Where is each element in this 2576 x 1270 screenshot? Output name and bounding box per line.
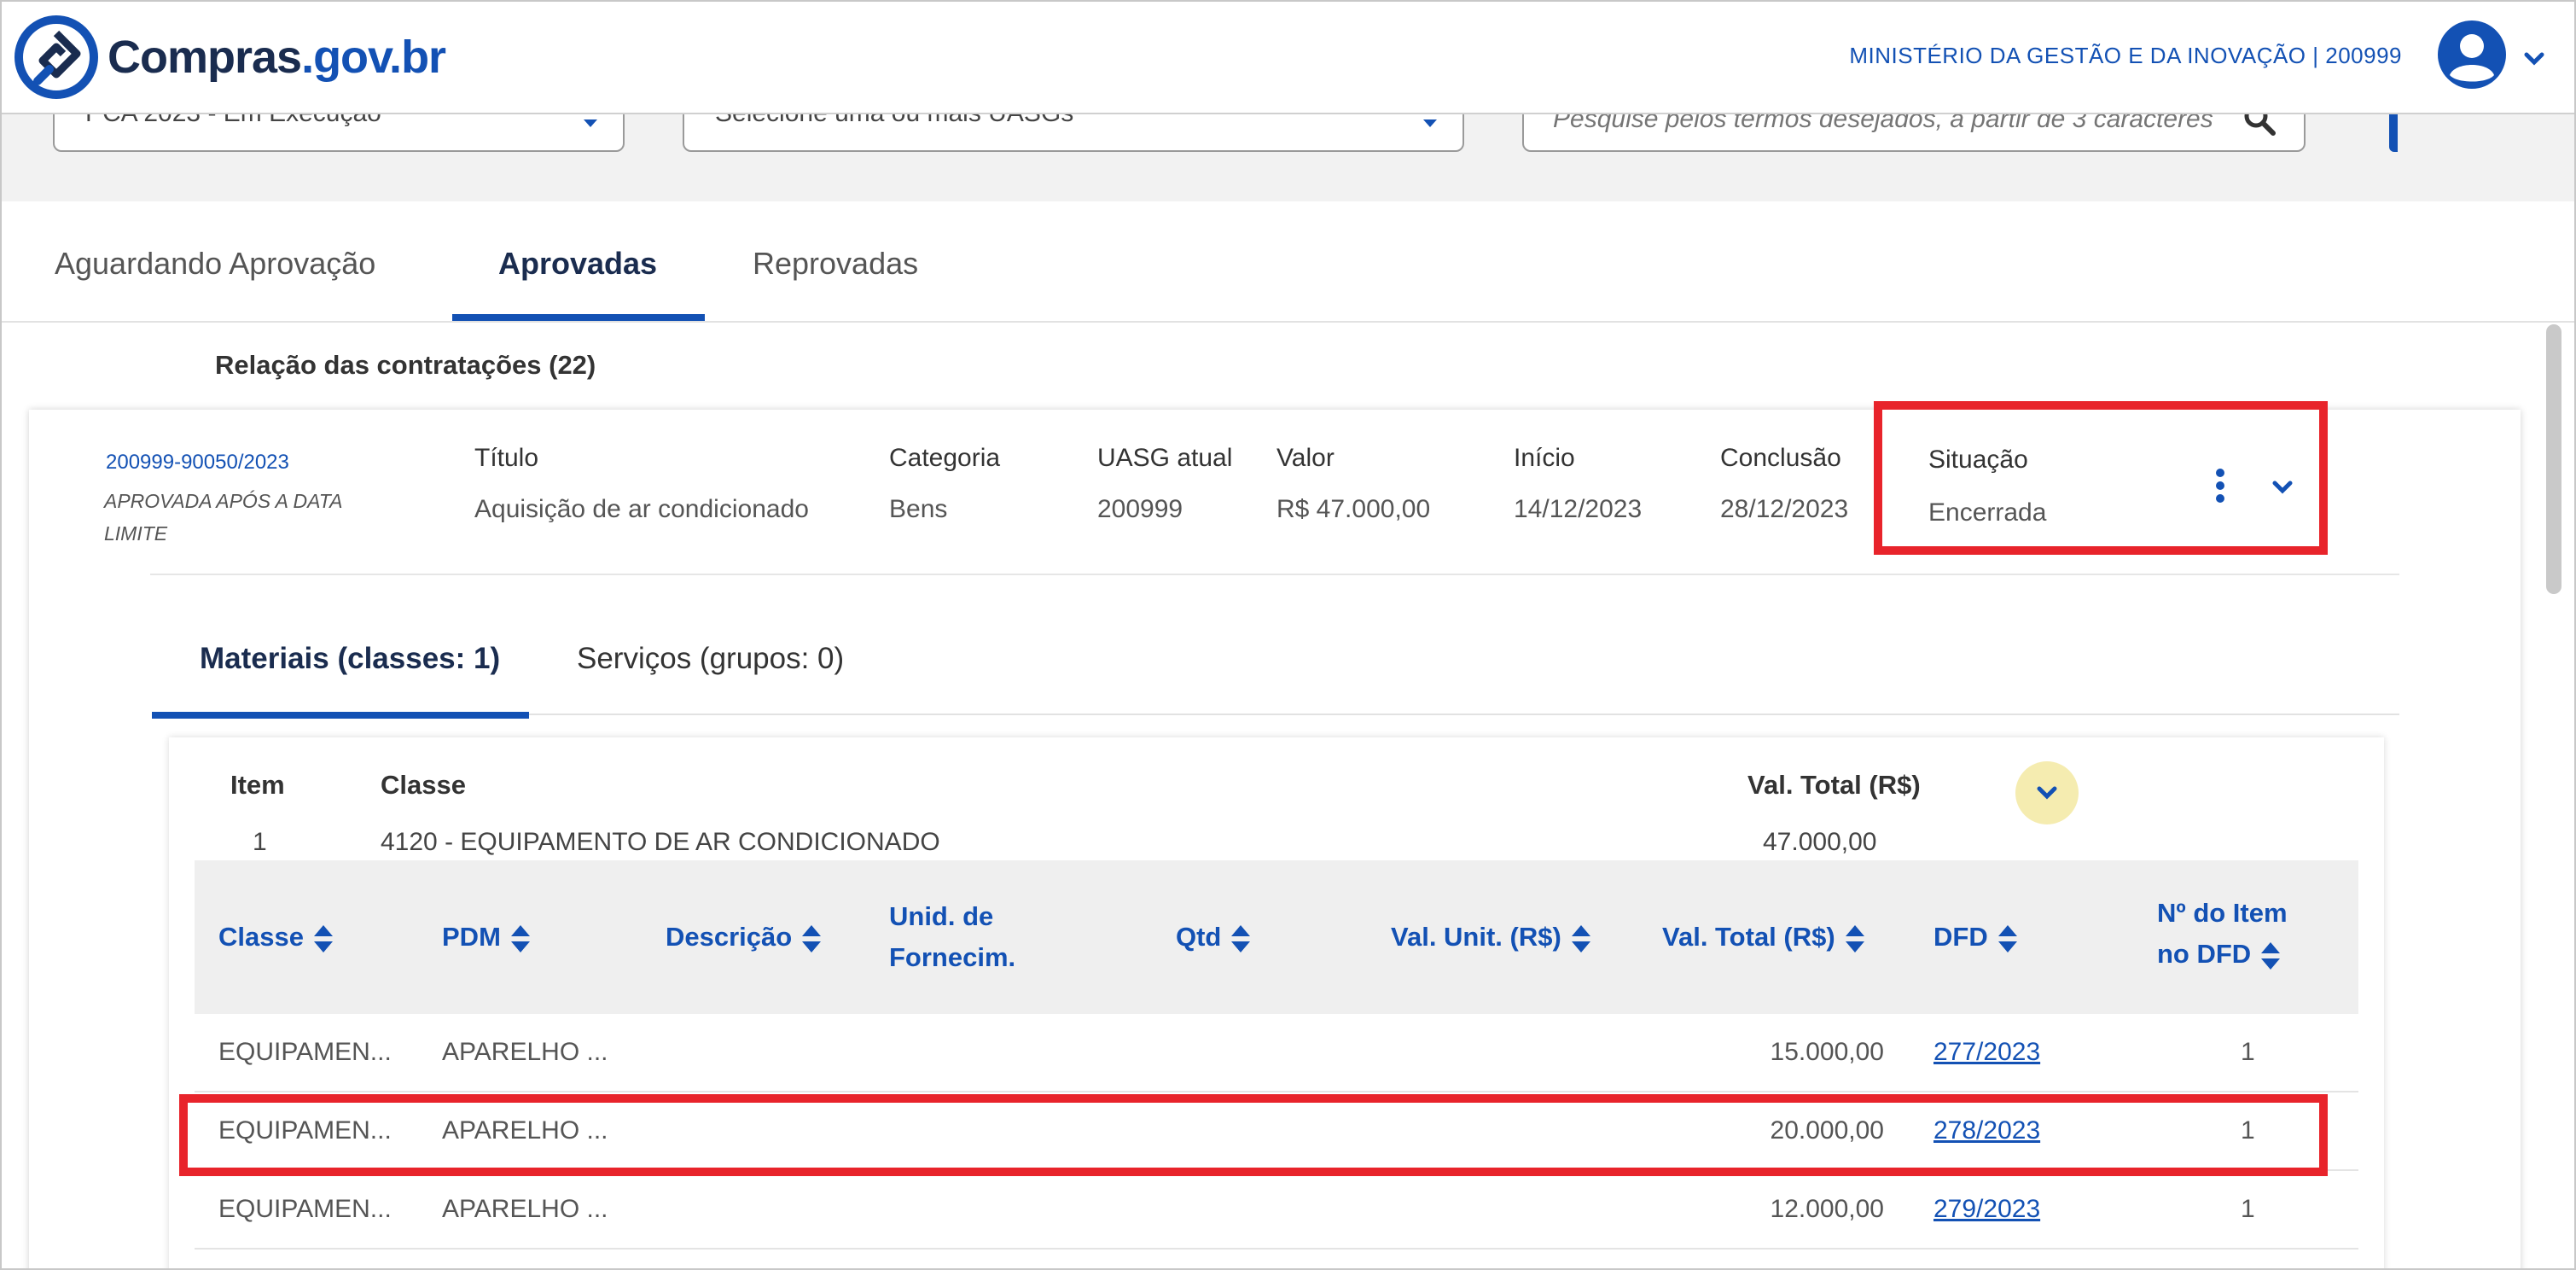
cell-val-total: 12.000,00	[1770, 1195, 1884, 1223]
conclusao-value: 28/12/2023	[1720, 495, 1849, 523]
th-descricao[interactable]: Descrição	[666, 917, 823, 958]
top-header: Compras.gov.br MINISTÉRIO DA GESTÃO E DA…	[0, 0, 2576, 114]
tab-aguardando[interactable]: Aguardando Aprovação	[55, 246, 375, 282]
collapse-class-button[interactable]	[2015, 761, 2079, 824]
cell-pdm: APARELHO ...	[442, 1116, 608, 1145]
scrollbar[interactable]	[2546, 324, 2561, 594]
dfd-link[interactable]: 278/2023	[1933, 1116, 2040, 1145]
contract-status-note: APROVADA APÓS A DATA LIMITE	[104, 490, 342, 545]
val-total-value: 47.000,00	[1763, 828, 1877, 856]
inicio-header: Início	[1514, 444, 1575, 472]
th-dfd[interactable]: DFD	[1933, 917, 2019, 958]
valor-value: R$ 47.000,00	[1276, 495, 1431, 523]
sort-icon	[1845, 924, 1864, 952]
cell-item-dfd: 1	[2241, 1116, 2255, 1145]
situacao-value: Encerrada	[1928, 498, 2047, 527]
cell-item-dfd: 1	[2241, 1038, 2255, 1066]
chevron-down-icon	[2037, 786, 2057, 800]
conclusao-header: Conclusão	[1720, 444, 1841, 472]
th-qtd[interactable]: Qtd	[1176, 917, 1252, 958]
cell-dfd: 277/2023	[1933, 1038, 2040, 1067]
th-item-dfd[interactable]: Nº do Item no DFD	[2157, 893, 2288, 975]
items-table-header: Classe PDM Descrição Unid. de Fornecim. Q…	[195, 860, 2358, 1014]
valor-header: Valor	[1276, 444, 1335, 472]
ministry-label[interactable]: MINISTÉRIO DA GESTÃO E DA INOVAÇÃO | 200…	[1849, 43, 2402, 69]
compras-logo-icon	[15, 15, 98, 99]
tab-materiais[interactable]: Materiais (classes: 1)	[200, 642, 500, 676]
uasg-header: UASG atual	[1097, 444, 1233, 472]
sort-icon	[1571, 924, 1590, 952]
cell-item-dfd: 1	[2241, 1195, 2255, 1223]
classe-header: Classe	[381, 770, 466, 800]
sort-icon	[313, 924, 333, 952]
chevron-down-icon[interactable]	[2521, 46, 2547, 72]
inicio-value: 14/12/2023	[1514, 495, 1643, 523]
cell-classe: EQUIPAMEN...	[218, 1195, 392, 1223]
dfd-link[interactable]: 279/2023	[1933, 1195, 2040, 1223]
caret-down-icon	[584, 119, 597, 127]
section-title: Relação das contratações (22)	[215, 350, 596, 380]
compras-logo[interactable]: Compras.gov.br	[12, 12, 446, 102]
sort-icon	[1231, 924, 1251, 952]
uasg-value: 200999	[1097, 495, 1183, 523]
cell-classe: EQUIPAMEN...	[218, 1116, 392, 1145]
situacao-header: Situação	[1928, 446, 2028, 474]
cell-pdm: APARELHO ...	[442, 1195, 608, 1223]
active-subtab-indicator	[152, 712, 529, 719]
classe-value: 4120 - EQUIPAMENTO DE AR CONDICIONADO	[381, 828, 940, 856]
more-options-icon[interactable]	[2213, 468, 2227, 504]
active-tab-indicator	[452, 314, 705, 321]
titulo-value: Aquisição de ar condicionado	[474, 495, 809, 523]
table-row: EQUIPAMEN... APARELHO ... 20.000,00 278/…	[195, 1092, 2358, 1171]
tab-aprovadas[interactable]: Aprovadas	[498, 246, 657, 282]
cell-pdm: APARELHO ...	[442, 1038, 608, 1066]
th-classe[interactable]: Classe	[218, 917, 334, 958]
expand-chevron-icon[interactable]	[2270, 475, 2295, 500]
th-val-unit[interactable]: Val. Unit. (R$)	[1391, 917, 1592, 958]
sort-icon	[1997, 924, 2017, 952]
logo-text: Compras.gov.br	[108, 32, 446, 83]
sort-icon	[2261, 941, 2281, 970]
th-unid-fornecim: Unid. de Fornecim.	[889, 901, 1016, 972]
divider	[150, 574, 2399, 575]
cell-dfd: 279/2023	[1933, 1195, 2040, 1224]
cell-val-total: 15.000,00	[1770, 1038, 1884, 1066]
contract-id-link[interactable]: 200999-90050/2023	[106, 451, 289, 475]
approval-tabs: Aguardando Aprovação Aprovadas Reprovada…	[0, 201, 2576, 323]
th-pdm[interactable]: PDM	[442, 917, 532, 958]
sort-icon	[802, 924, 822, 952]
tab-servicos[interactable]: Serviços (grupos: 0)	[577, 642, 844, 676]
table-row: EQUIPAMEN... APARELHO ... 12.000,00 279/…	[195, 1171, 2358, 1250]
tab-reprovadas[interactable]: Reprovadas	[753, 246, 918, 282]
th-val-total[interactable]: Val. Total (R$)	[1662, 917, 1866, 958]
item-header: Item	[230, 770, 285, 800]
caret-down-icon	[1423, 119, 1437, 127]
dfd-link[interactable]: 277/2023	[1933, 1038, 2040, 1066]
cell-val-total: 20.000,00	[1770, 1116, 1884, 1145]
categoria-header: Categoria	[889, 444, 1001, 472]
categoria-value: Bens	[889, 495, 948, 523]
cell-dfd: 278/2023	[1933, 1116, 2040, 1145]
table-row: EQUIPAMEN... APARELHO ... 15.000,00 277/…	[195, 1014, 2358, 1092]
titulo-header: Título	[474, 444, 539, 472]
val-total-header: Val. Total (R$)	[1747, 770, 1921, 800]
user-avatar-icon[interactable]	[2436, 19, 2508, 90]
sort-icon	[510, 924, 530, 952]
cell-classe: EQUIPAMEN...	[218, 1038, 392, 1066]
item-value: 1	[253, 828, 267, 856]
